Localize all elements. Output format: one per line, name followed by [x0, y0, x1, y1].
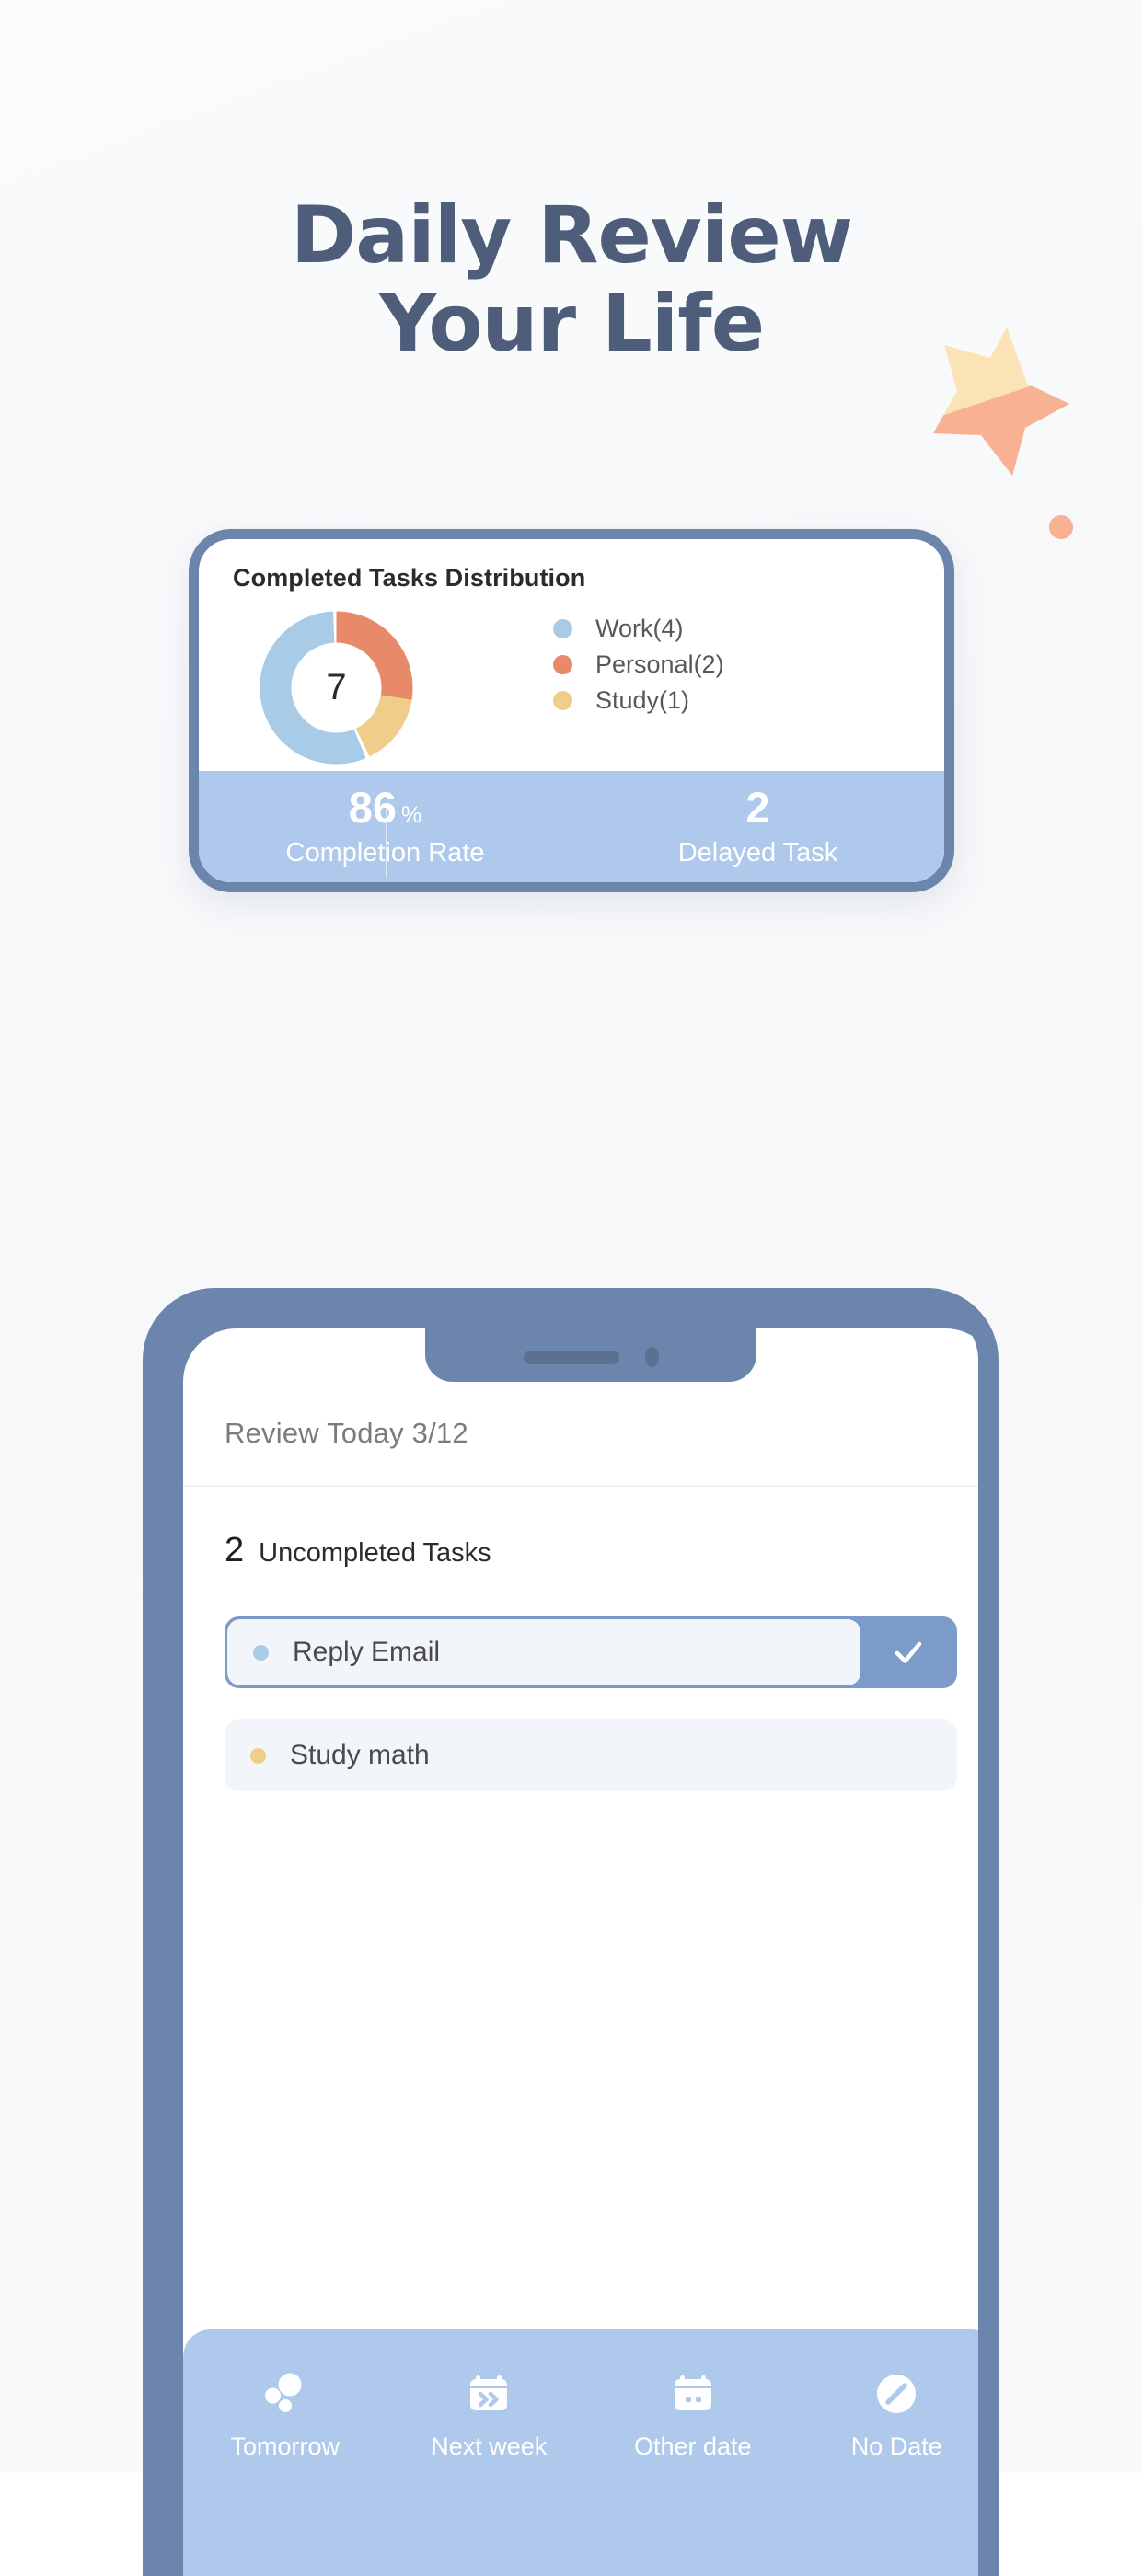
action-tomorrow[interactable]: Tomorrow [183, 2368, 387, 2461]
legend-label-work: Work(4) [595, 615, 684, 642]
speaker-icon [523, 1350, 619, 1364]
dots-icon [261, 2368, 309, 2420]
calendar-forward-icon [465, 2368, 513, 2420]
task-title: Study math [290, 1740, 430, 1770]
task-row[interactable]: Study math [225, 1719, 957, 1791]
completed-tasks-card: Completed Tasks Distribution 7 Work(4) P… [189, 529, 954, 892]
phone-screen: Review Today 3/12 2 Uncompleted Tasks Re… [183, 1328, 979, 2576]
phone-mockup: Review Today 3/12 2 Uncompleted Tasks Re… [143, 1288, 999, 2576]
stats-strip: 86% Completion Rate 2 Delayed Task [199, 771, 944, 882]
page-title-line-1: Daily Review [290, 189, 853, 282]
no-date-icon [872, 2368, 920, 2420]
legend-item-work: Work(4) [553, 611, 884, 647]
page-title-line-2: Your Life [378, 277, 765, 370]
stat-completion-rate: 86% Completion Rate [199, 786, 572, 878]
action-next-week-label: Next week [431, 2432, 548, 2460]
star-dot-decoration [1049, 515, 1073, 539]
action-tomorrow-label: Tomorrow [230, 2432, 341, 2460]
task-title: Reply Email [293, 1637, 441, 1667]
stat-delayed-task: 2 Delayed Task [572, 786, 944, 868]
delayed-task-label: Delayed Task [677, 837, 838, 868]
action-next-week[interactable]: Next week [387, 2368, 592, 2461]
card-title: Completed Tasks Distribution [233, 564, 586, 592]
legend-dot-personal [553, 655, 572, 674]
task-content[interactable]: Study math [225, 1719, 430, 1791]
donut-center-total: 7 [326, 667, 347, 707]
uncompleted-tasks-summary: 2 Uncompleted Tasks [225, 1531, 491, 1570]
uncompleted-tasks-count: 2 [225, 1531, 245, 1570]
action-other-date[interactable]: Other date [591, 2368, 795, 2461]
legend-dot-work [553, 619, 572, 638]
task-content[interactable]: Reply Email [227, 1619, 860, 1685]
chart-legend: Work(4) Personal(2) Study(1) [553, 611, 884, 719]
date-action-bar: Tomorrow Next week Other date No Date [183, 2329, 979, 2576]
action-no-date-label: No Date [850, 2432, 942, 2460]
legend-label-personal: Personal(2) [595, 650, 724, 678]
task-complete-button[interactable] [862, 1632, 954, 1673]
app-header: Review Today 3/12 [183, 1382, 978, 1487]
percent-symbol: % [401, 801, 422, 828]
calendar-date-icon [669, 2368, 717, 2420]
legend-item-personal: Personal(2) [553, 647, 884, 683]
legend-item-study: Study(1) [553, 683, 884, 719]
uncompleted-tasks-label: Uncompleted Tasks [259, 1538, 491, 1568]
legend-label-study: Study(1) [595, 686, 690, 714]
action-other-date-label: Other date [633, 2432, 752, 2460]
app-header-title: Review Today 3/12 [225, 1417, 468, 1449]
page-title: Daily Review Your Life [0, 189, 1143, 370]
task-row[interactable]: Reply Email [225, 1616, 957, 1688]
camera-icon [644, 1347, 659, 1367]
delayed-task-value: 2 [745, 782, 770, 832]
action-no-date[interactable]: No Date [795, 2368, 979, 2461]
donut-graphic: 7 [247, 598, 426, 777]
legend-dot-study [553, 691, 572, 710]
task-bullet-icon [250, 1747, 266, 1764]
task-bullet-icon [253, 1644, 269, 1661]
stats-divider [385, 805, 387, 878]
phone-notch [425, 1328, 756, 1382]
donut-chart: 7 Work(4) Personal(2) Study(1) [199, 605, 944, 782]
